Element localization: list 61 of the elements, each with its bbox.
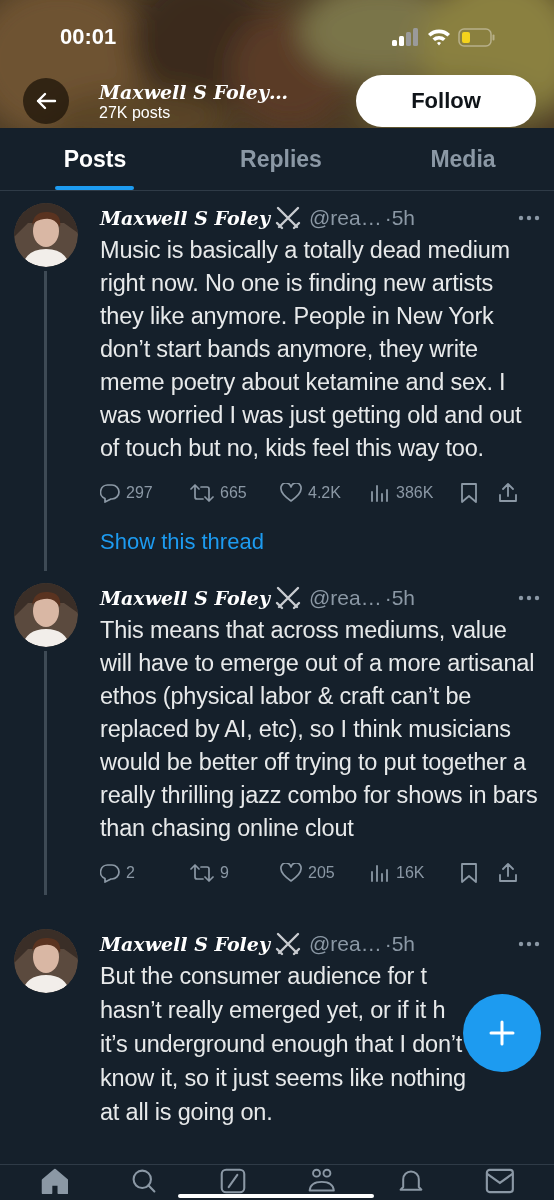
post-text: Music is basically a totally dead medium right now. No one is finding new artists they like anymore. People in New York don’t start bands anymore, they write meme poetry about ketamine and sex. I was worried I was just getting old and out of touch but no, kids feel this way too. xyxy=(100,236,523,463)
stat-count: 205 xyxy=(308,864,335,882)
post-count: 27K posts xyxy=(99,103,172,122)
share-icon[interactable] xyxy=(498,862,518,884)
author-handle: @rea… xyxy=(309,206,382,230)
home-icon[interactable] xyxy=(40,1168,69,1194)
author-handle: @rea… xyxy=(309,586,382,610)
tab[interactable]: Media xyxy=(372,128,554,190)
views-icon[interactable] xyxy=(370,483,390,503)
heart-icon[interactable] xyxy=(280,483,302,503)
profile-name: Maxwell S Foley… xyxy=(99,80,289,103)
slash-square-icon[interactable] xyxy=(219,1168,246,1194)
post-text-line: it’s underground enough that I don’t xyxy=(100,1030,463,1059)
stat-count: 665 xyxy=(220,484,247,502)
author-handle: @rea… xyxy=(309,932,382,956)
stat-count: 16K xyxy=(396,864,425,882)
post-time: ·5h xyxy=(384,206,415,230)
repost-icon[interactable] xyxy=(190,483,214,503)
search-icon[interactable] xyxy=(130,1168,157,1194)
battery-icon xyxy=(458,27,496,47)
views-icon[interactable] xyxy=(370,863,390,883)
post-text-line: But the consumer audience for t xyxy=(100,962,427,991)
more-icon[interactable] xyxy=(518,941,540,947)
bell-icon[interactable] xyxy=(397,1168,424,1194)
share-icon[interactable] xyxy=(498,482,518,504)
more-icon[interactable] xyxy=(518,595,540,601)
author-name: Maxwell S Foley xyxy=(100,207,270,229)
crossed-swords-icon xyxy=(275,206,301,230)
people-icon[interactable] xyxy=(306,1168,337,1194)
more-icon[interactable] xyxy=(518,215,540,221)
post-text-line: hasn’t really emerged yet, or if it h xyxy=(100,996,446,1025)
crossed-swords-icon xyxy=(275,586,301,610)
stat-count: 4.2K xyxy=(308,484,341,502)
stat-count: 386K xyxy=(396,484,434,502)
stat-count: 2 xyxy=(126,864,135,882)
post-text-line: know it, so it just seems like nothing xyxy=(100,1064,466,1093)
bookmark-icon[interactable] xyxy=(460,482,478,504)
post-text-line: at all is going on. xyxy=(100,1098,273,1127)
heart-icon[interactable] xyxy=(280,863,302,883)
reply-icon[interactable] xyxy=(100,863,120,883)
status-time: 00:01 xyxy=(60,24,117,50)
bookmark-icon[interactable] xyxy=(460,862,478,884)
stat-count: 297 xyxy=(126,484,153,502)
post-time: ·5h xyxy=(384,932,415,956)
tab[interactable]: Posts xyxy=(0,128,190,190)
tab[interactable]: Replies xyxy=(190,128,372,190)
reply-icon[interactable] xyxy=(100,483,120,503)
wifi-icon xyxy=(427,28,451,46)
author-name: Maxwell S Foley xyxy=(100,587,270,609)
mail-icon[interactable] xyxy=(484,1168,515,1194)
post-text: This means that across mediums, value will have to emerge out of a more artisanal ethos (physical labor & craft can’t be replaced by AI, etc), so I think musicians would be better off trying to put together a really thrilling jazz combo for shows in bars than chasing online clout xyxy=(100,616,539,843)
repost-icon[interactable] xyxy=(190,863,214,883)
plus-icon xyxy=(488,1019,516,1047)
arrow-icon xyxy=(35,92,57,110)
stat-count: 9 xyxy=(220,864,229,882)
post-time: ·5h xyxy=(384,586,415,610)
author-name: Maxwell S Foley xyxy=(100,933,270,955)
signal-icon xyxy=(392,28,420,46)
show-thread-link[interactable]: Show this thread xyxy=(100,515,540,571)
follow-button[interactable]: Follow xyxy=(356,75,536,127)
crossed-swords-icon xyxy=(275,932,301,956)
